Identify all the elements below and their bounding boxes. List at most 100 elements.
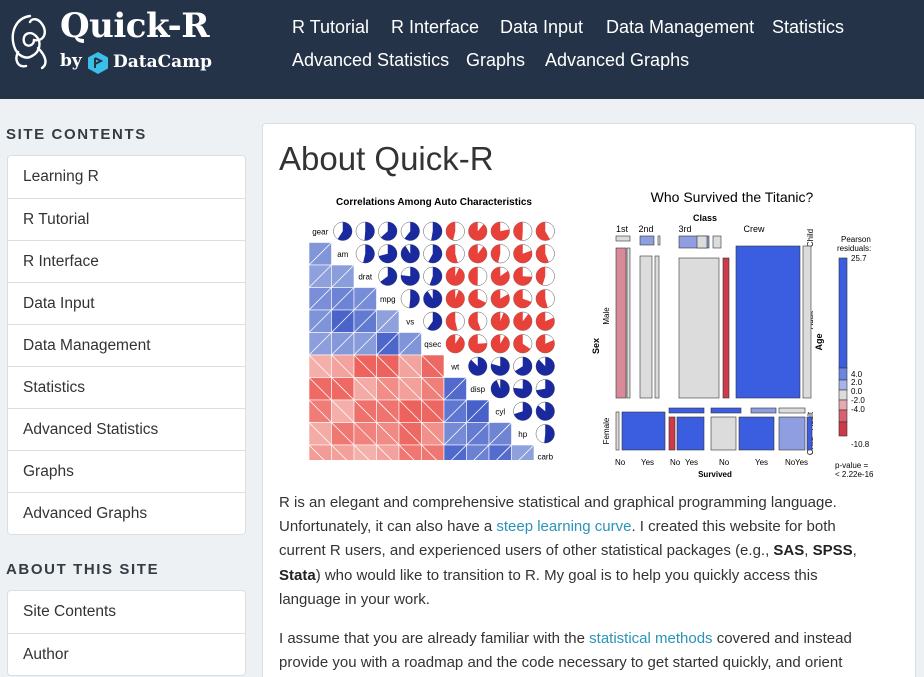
corrgram-pie-slice — [491, 312, 510, 331]
legend-tick-label: 2.0 — [851, 378, 863, 387]
legend-title-line2: residuals: — [837, 244, 871, 253]
mosaic-tile — [639, 255, 653, 399]
mosaic-tile — [802, 245, 812, 399]
mosaic-tile — [750, 407, 777, 414]
site-contents-heading: SITE CONTENTS — [6, 126, 147, 143]
legend-color-block — [838, 379, 848, 391]
mosaic-tile — [678, 257, 720, 399]
corrgram-pie-slice — [491, 334, 510, 353]
sex-label-female: Female — [602, 417, 611, 444]
sidebar-item-graphs[interactable]: Graphs — [8, 450, 245, 492]
sidebar-item-advanced-statistics[interactable]: Advanced Statistics — [8, 408, 245, 450]
corrgram-pie-slice — [401, 244, 420, 263]
nav-statistics[interactable]: Statistics — [772, 17, 844, 38]
corrgram-pie-slice — [491, 379, 510, 398]
corrgram-variable-label: hp — [518, 430, 527, 439]
corrgram-shade-cell — [331, 444, 355, 460]
nav-r-tutorial[interactable]: R Tutorial — [292, 17, 369, 38]
nav-r-interface[interactable]: R Interface — [391, 17, 479, 38]
legend-title-line1: Pearson — [841, 235, 871, 244]
class-label-1st: 1st — [616, 224, 629, 234]
mosaic-tile — [778, 416, 806, 451]
legend-tick-label: -10.8 — [851, 440, 870, 449]
sex-axis-label: Sex — [591, 338, 601, 354]
mosaic-tile — [615, 235, 631, 242]
corrgram-shade-cell — [398, 444, 422, 460]
corrgram-pie-slice — [431, 222, 442, 241]
survived-tick-label: Yes — [755, 458, 768, 467]
corrgram-pie-slice — [468, 267, 478, 286]
corrgram-shade-cell — [488, 444, 512, 460]
corrgram-shade-cell — [466, 444, 490, 460]
corrgram-pie-slice — [409, 289, 420, 308]
class-label-2nd: 2nd — [638, 224, 653, 234]
sidebar-item-learning-r[interactable]: Learning R — [8, 156, 245, 198]
corrgram-variable-label: carb — [537, 452, 553, 460]
nav-advanced-graphs[interactable]: Advanced Graphs — [545, 50, 689, 71]
mosaic-tile — [735, 245, 801, 399]
mosaic-tile — [639, 235, 655, 246]
corrgram-pie-slice — [423, 289, 442, 308]
main-content: About Quick-R Correlations Among Auto Ch… — [262, 123, 916, 677]
corrgram-pie-slice — [544, 424, 555, 443]
datacamp-name: DataCamp — [113, 52, 213, 72]
p-value-number: < 2.22e-16 — [835, 470, 874, 479]
brand-by-text: by — [60, 51, 82, 71]
corrgram-variable-label: am — [337, 250, 348, 259]
class-axis-label: Class — [693, 213, 717, 223]
corrgram-shade-cell — [376, 444, 400, 460]
legend-color-block — [838, 421, 848, 437]
page-title: About Quick-R — [279, 140, 494, 177]
p-value-label: p-value = — [835, 461, 868, 470]
survived-tick-label: Yes — [795, 458, 808, 467]
brand-title[interactable]: Quick-R — [60, 6, 210, 46]
quick-r-logo-icon[interactable] — [8, 12, 52, 70]
mosaic-tile — [615, 247, 627, 399]
legend-color-block — [838, 367, 848, 381]
sidebar-item-advanced-graphs[interactable]: Advanced Graphs — [8, 492, 245, 534]
intro-text-3: ) who would like to transition to R. My … — [279, 566, 818, 608]
corrgram-pie-slice — [446, 334, 465, 353]
legend-color-block — [838, 257, 848, 369]
sex-label-male: Male — [602, 307, 611, 325]
nav-data-management[interactable]: Data Management — [606, 17, 754, 38]
about-site-heading: ABOUT THIS SITE — [6, 561, 160, 578]
assumption-paragraph: I assume that you are already familiar w… — [279, 627, 879, 675]
steep-learning-curve-link[interactable]: steep learning curve — [496, 518, 631, 535]
survived-tick-label: No — [615, 458, 626, 467]
corrgram-variable-label: vs — [406, 317, 414, 326]
legend-color-block — [838, 389, 848, 401]
survived-tick-label: No — [719, 458, 730, 467]
corrgram-pie-slice — [536, 357, 555, 376]
corrgram-variable-label: qsec — [424, 340, 441, 349]
corrgram-variable-label: gear — [312, 227, 328, 236]
sidebar-item-data-input[interactable]: Data Input — [8, 282, 245, 324]
sidebar-item-data-management[interactable]: Data Management — [8, 324, 245, 366]
corrgram-pie-slice — [468, 244, 487, 263]
sep-2: , — [852, 542, 857, 560]
sidebar-item-statistics[interactable]: Statistics — [8, 366, 245, 408]
sidebar-item-r-tutorial[interactable]: R Tutorial — [8, 198, 245, 240]
nav-graphs[interactable]: Graphs — [466, 50, 525, 71]
about-site-list: Site Contents Author — [7, 590, 246, 676]
legend-color-block — [838, 409, 848, 423]
mosaic-tile — [676, 416, 705, 451]
mosaic-tile — [710, 416, 737, 451]
sidebar-item-author[interactable]: Author — [8, 633, 245, 675]
corrgram-variable-label: disp — [470, 385, 485, 394]
statistical-methods-link[interactable]: statistical methods — [589, 630, 712, 647]
age-label-child-top: Child — [806, 229, 815, 247]
corrgram-figure: Correlations Among Auto Characteristics … — [308, 197, 555, 460]
nav-data-input[interactable]: Data Input — [500, 17, 583, 38]
mosaic-tile — [657, 235, 661, 246]
sidebar-item-r-interface[interactable]: R Interface — [8, 240, 245, 282]
mosaic-title: Who Survived the Titanic? — [651, 189, 814, 205]
legend-color-block — [838, 399, 848, 411]
survived-axis-label: Survived — [698, 470, 732, 479]
nav-advanced-statistics[interactable]: Advanced Statistics — [292, 50, 449, 71]
sidebar-item-site-contents[interactable]: Site Contents — [8, 591, 245, 633]
corrgram-pie-slice — [468, 222, 487, 241]
corrgram-shade-cell — [308, 444, 332, 460]
corrgram-variable-label: cyl — [495, 407, 505, 416]
mosaic-tile — [696, 235, 708, 249]
